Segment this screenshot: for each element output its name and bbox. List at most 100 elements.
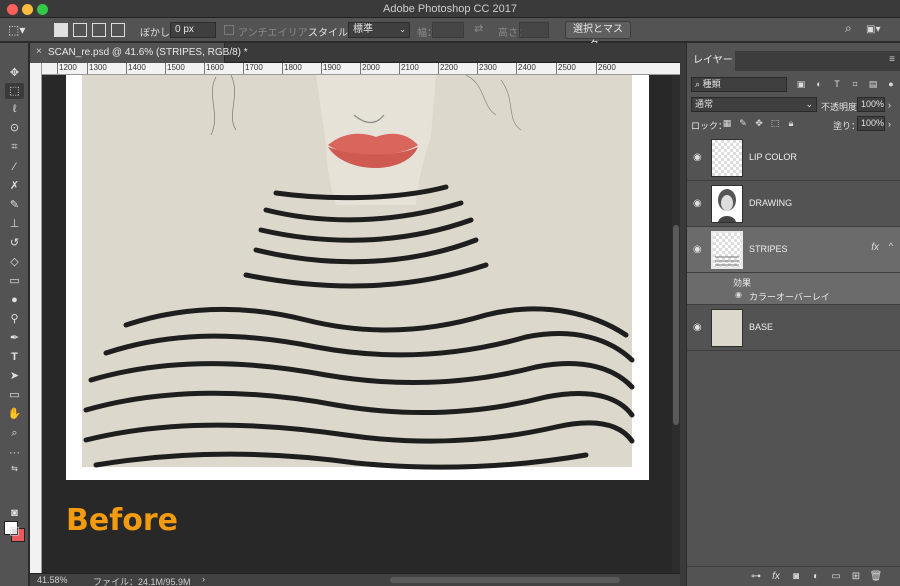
crop-icon[interactable]: ⌗ xyxy=(5,139,24,155)
add-to-selection-icon[interactable] xyxy=(73,23,87,37)
lasso-icon[interactable]: ℓ xyxy=(5,101,24,117)
blur-icon[interactable]: ● xyxy=(5,292,24,308)
select-and-mask-button[interactable]: 選択とマスク... xyxy=(565,21,631,51)
style-select[interactable]: 標準 ⌄ xyxy=(348,22,410,38)
status-menu-arrow[interactable]: › xyxy=(202,574,205,584)
effects-label: 効果 xyxy=(733,278,752,288)
lock-pixels-icon[interactable]: ✎ xyxy=(737,117,749,129)
panel-menu-icon[interactable]: ≡ xyxy=(889,54,895,65)
filter-toggle-icon[interactable]: ● xyxy=(885,78,897,90)
layer-name: DRAWING xyxy=(749,198,793,208)
fill-input[interactable]: 100% xyxy=(857,116,885,131)
rectangle-shape-icon[interactable]: ▭ xyxy=(5,387,24,403)
vertical-scrollbar-thumb[interactable] xyxy=(673,225,679,425)
lock-artboard-icon[interactable]: ⬚ xyxy=(769,117,781,129)
close-icon[interactable]: × xyxy=(36,46,42,57)
rectangular-marquee-icon[interactable]: ⬚ xyxy=(5,83,24,99)
chevron-right-icon[interactable]: › xyxy=(888,119,891,129)
shape-filter-icon[interactable]: ⌗ xyxy=(849,78,861,90)
visibility-eye-icon[interactable]: ◉ xyxy=(693,198,705,209)
ruler-tick-label: 1400 xyxy=(126,63,146,74)
type-icon[interactable]: T xyxy=(5,349,24,365)
more-tools-icon[interactable]: ··· xyxy=(5,445,24,461)
layer-row-selected[interactable]: ◉ STRIPES fx ^ xyxy=(687,227,900,273)
hand-icon[interactable]: ✋ xyxy=(5,406,24,422)
blend-mode-select[interactable]: 通常 ⌄ xyxy=(691,97,817,112)
screen-mode-icon[interactable]: ▣ xyxy=(5,523,24,539)
layer-row[interactable]: ◉ LIP COLOR xyxy=(687,135,900,181)
intersect-selection-icon[interactable] xyxy=(111,23,125,37)
add-style-icon[interactable]: fx xyxy=(769,570,783,584)
horizontal-scrollbar-thumb[interactable] xyxy=(390,577,620,583)
layers-panel-header: レイヤー ≡ xyxy=(687,51,900,71)
artwork-illustration xyxy=(82,75,635,470)
adjustment-filter-icon[interactable]: ◐ xyxy=(813,78,825,90)
horizontal-ruler[interactable]: 1200 1300 1400 1500 1600 1700 1800 1900 … xyxy=(42,63,680,75)
swap-colors-icon[interactable]: ⇆ xyxy=(5,461,24,477)
ruler-tick-label: 1700 xyxy=(243,63,263,74)
layer-filter-select[interactable]: ⌕ 種類 xyxy=(691,77,787,92)
new-group-icon[interactable]: ▭ xyxy=(829,570,843,584)
visibility-eye-icon[interactable]: ◉ xyxy=(693,244,705,255)
effect-color-overlay[interactable]: カラーオーバーレイ xyxy=(749,290,830,303)
vertical-scrollbar[interactable] xyxy=(672,75,680,573)
canvas-area[interactable]: Before xyxy=(42,75,672,573)
pixel-filter-icon[interactable]: ▣ xyxy=(795,78,807,90)
chevron-right-icon[interactable]: › xyxy=(888,100,891,110)
ruler-tick-label: 2500 xyxy=(556,63,576,74)
clone-stamp-icon[interactable]: ⊥ xyxy=(5,216,24,232)
search-icon[interactable]: ⌕ xyxy=(845,21,852,36)
file-size-info: ファイル：24.1M/95.9M xyxy=(93,577,191,586)
delete-layer-icon[interactable]: 🗑︎ xyxy=(869,570,883,584)
pen-icon[interactable]: ✒ xyxy=(5,330,24,346)
quick-selection-icon[interactable]: ⊙ xyxy=(5,120,24,136)
zoom-level[interactable]: 41.58% xyxy=(37,575,68,585)
document-canvas[interactable] xyxy=(66,75,649,480)
options-bar: ⬚▾ ぼかし： 0 px アンチエイリアス スタイル： 標準 ⌄ 幅： ⇄ 高さ… xyxy=(0,18,900,51)
move-tool-icon[interactable]: ✥ xyxy=(5,65,24,81)
dodge-icon[interactable]: ⚲ xyxy=(5,311,24,327)
lock-transparency-icon[interactable]: ▦ xyxy=(721,117,733,129)
lock-all-icon[interactable]: 🔒︎ xyxy=(785,117,797,129)
chevron-up-icon[interactable]: ^ xyxy=(889,241,893,251)
document-tab[interactable]: × SCAN_re.psd @ 41.6% (STRIPES, RGB/8) * xyxy=(30,43,248,63)
layer-filter-value: 種類 xyxy=(702,79,721,89)
layer-row[interactable]: ◉ BASE xyxy=(687,305,900,351)
feather-input[interactable]: 0 px xyxy=(170,22,216,38)
ruler-tick-label: 2400 xyxy=(516,63,536,74)
new-selection-icon[interactable] xyxy=(54,23,68,37)
new-layer-icon[interactable]: ⊞ xyxy=(849,570,863,584)
antialias-checkbox[interactable] xyxy=(224,25,234,35)
link-layers-icon[interactable]: ⊶ xyxy=(749,570,763,584)
swap-dimensions-icon[interactable]: ⇄ xyxy=(474,22,483,35)
zoom-icon[interactable]: ⌕ xyxy=(5,425,24,441)
layer-effects-icon[interactable]: fx xyxy=(871,242,879,253)
healing-brush-icon[interactable]: ✗ xyxy=(5,178,24,194)
type-filter-icon[interactable]: T xyxy=(831,78,843,90)
blend-row: 通常 ⌄ 不透明度： 100% › xyxy=(687,96,900,114)
layer-name: BASE xyxy=(749,322,774,332)
adjustment-layer-icon[interactable]: ◐ xyxy=(809,570,823,584)
visibility-eye-icon[interactable]: ◉ xyxy=(693,322,705,333)
brush-icon[interactable]: ✎ xyxy=(5,197,24,213)
tab-layers[interactable]: レイヤー xyxy=(687,51,735,71)
lock-position-icon[interactable]: ✥ xyxy=(753,117,765,129)
layer-row[interactable]: ◉ DRAWING xyxy=(687,181,900,227)
opacity-input[interactable]: 100% xyxy=(857,97,885,112)
marquee-tool-icon[interactable]: ⬚▾ xyxy=(8,22,28,38)
visibility-eye-icon[interactable]: ◉ xyxy=(693,152,705,163)
add-mask-icon[interactable]: ◙ xyxy=(789,570,803,584)
smart-object-filter-icon[interactable]: ▤ xyxy=(867,78,879,90)
height-input[interactable] xyxy=(519,22,549,38)
history-brush-icon[interactable]: ↺ xyxy=(5,235,24,251)
vertical-ruler[interactable] xyxy=(30,63,42,573)
visibility-eye-icon[interactable]: ◉ xyxy=(735,290,742,299)
eyedropper-icon[interactable]: ⁄ xyxy=(5,159,24,175)
gradient-icon[interactable]: ▭ xyxy=(5,273,24,289)
workspace-icon[interactable]: ▣▾ xyxy=(866,24,880,35)
subtract-selection-icon[interactable] xyxy=(92,23,106,37)
quick-mask-icon[interactable]: ◙ xyxy=(5,505,24,521)
width-input[interactable] xyxy=(432,22,464,38)
eraser-icon[interactable]: ◇ xyxy=(5,254,24,270)
path-selection-icon[interactable]: ➤ xyxy=(5,368,24,384)
